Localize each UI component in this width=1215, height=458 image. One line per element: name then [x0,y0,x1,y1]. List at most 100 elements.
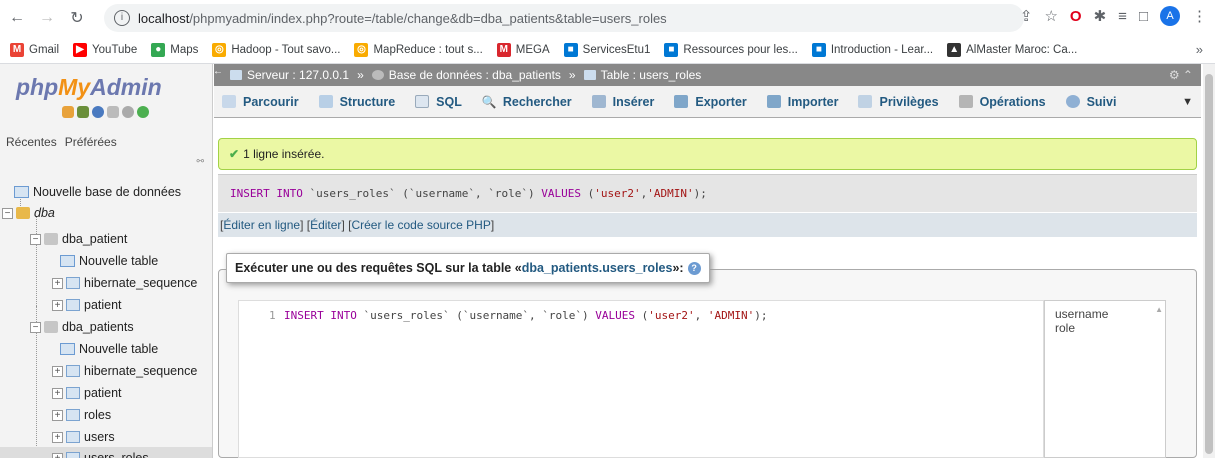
query-window-icon[interactable] [92,106,104,118]
expand-icon[interactable]: + [52,409,63,421]
settings-gear-icon[interactable]: ⚙ ⌃ [1169,68,1193,82]
tree-server-dba[interactable]: − dba [2,202,55,224]
profile-avatar[interactable]: A [1160,6,1180,26]
breadcrumb-server[interactable]: Serveur : 127.0.0.1 [230,68,349,82]
bookmark-item[interactable]: M Gmail [10,42,59,57]
browse-icon [222,95,236,108]
tree-db1-new-table[interactable]: Nouvelle table [60,250,158,272]
tree-db-dba-patients[interactable]: − dba_patients [30,316,134,338]
edit-link[interactable]: Éditer [310,218,341,232]
breadcrumb-table[interactable]: Table : users_roles [583,68,701,82]
scrollbar-thumb[interactable] [1205,74,1213,454]
bookmark-item[interactable]: ■ Ressources pour les... [664,42,798,57]
tree-db1-hibernate-sequence[interactable]: + hibernate_sequence [52,272,197,294]
bookmark-item[interactable]: ■ Introduction - Lear... [811,42,933,57]
tab-search[interactable]: 🔍 Rechercher [482,95,572,110]
create-php-code-link[interactable]: Créer le code source PHP [351,218,490,232]
tab-privileges[interactable]: Privilèges [858,95,939,109]
bookmark-item[interactable]: ● Maps [151,42,198,57]
extensions-icon[interactable]: ✱ [1094,7,1107,25]
tracking-eye-icon [1065,95,1080,108]
phpmyadmin-logo[interactable]: phpMyAdmin [16,74,162,101]
tab-import[interactable]: Importer [766,95,838,109]
breadcrumb-database[interactable]: Base de données : dba_patients [371,68,561,82]
tab-tracking[interactable]: Suivi [1065,95,1116,109]
home-icon[interactable] [62,106,74,118]
back-arrow-icon[interactable]: ← [6,9,28,27]
more-menu-icon[interactable]: ▼ [1182,96,1193,108]
column-item-role[interactable]: role [1055,321,1155,335]
tree-db2-patient[interactable]: + patient [52,382,122,404]
tree-db2-new-table[interactable]: Nouvelle table [60,338,158,360]
editor-code: INSERT INTO `users_roles` (`username`, `… [284,309,768,322]
more-bookmarks-icon[interactable]: » [1196,42,1203,57]
column-item-username[interactable]: username [1055,307,1155,321]
reload-icon[interactable]: ↻ [66,8,88,28]
reload-nav-icon[interactable] [137,106,149,118]
table-icon [66,409,80,421]
tree-db1-patient[interactable]: + patient [52,294,122,316]
bookmark-item[interactable]: ◎ Hadoop - Tout savo... [212,42,340,57]
expand-icon[interactable]: + [52,387,63,399]
settings-icon[interactable] [122,106,134,118]
scroll-up-icon[interactable]: ▲ [1155,305,1163,314]
expand-icon[interactable]: + [52,452,63,458]
docs-icon[interactable] [107,106,119,118]
tab-favorites[interactable]: Préférées [63,134,119,150]
tree-db-dba-patient[interactable]: − dba_patient [30,228,127,250]
browser-toolbar: ← → ↻ i localhost /phpmyadmin/index.php?… [0,0,1215,36]
collapse-icon[interactable]: − [30,321,41,333]
operations-wrench-icon [958,95,973,108]
reading-list-icon[interactable]: ≡ [1118,8,1127,25]
page-scrollbar[interactable] [1203,64,1215,458]
tab-recent[interactable]: Récentes [4,134,59,150]
tree-new-database[interactable]: Nouvelle base de données [14,181,181,203]
star-icon[interactable]: ☆ [1044,7,1057,25]
exit-icon[interactable] [77,106,89,118]
collapse-panel-icon[interactable]: ← [213,66,225,77]
bookmark-icon: M [496,42,511,57]
tab-structure[interactable]: Structure [318,95,395,109]
collapse-icon[interactable]: − [30,233,41,245]
collapse-icon[interactable]: − [2,207,13,219]
opera-extension-icon[interactable]: O [1070,8,1082,25]
columns-list[interactable]: username role ▲ [1044,300,1166,458]
tab-export[interactable]: Exporter [674,95,747,109]
bookmark-item[interactable]: ◎ MapReduce : tout s... [354,42,483,57]
help-icon[interactable]: ? [687,261,701,275]
tree-db2-hibernate-sequence[interactable]: + hibernate_sequence [52,360,197,382]
sql-editor[interactable]: 1 INSERT INTO `users_roles` (`username`,… [238,300,1044,458]
forward-arrow-icon[interactable]: → [36,9,58,27]
bookmark-item[interactable]: ▲ AlMaster Maroc: Ca... [947,42,1077,57]
bookmark-icon: ■ [664,42,679,57]
browser-menu-icon[interactable]: ⋮ [1192,7,1207,25]
tab-sql[interactable]: SQL [415,95,462,109]
tab-operations[interactable]: Opérations [958,95,1046,109]
success-message: ✔ 1 ligne insérée. [218,138,1197,170]
address-bar[interactable]: i localhost /phpmyadmin/index.php?route=… [104,4,1024,32]
inline-edit-link[interactable]: Éditer en ligne [223,218,300,232]
bookmark-item[interactable]: M MEGA [496,42,550,57]
database-icon [44,233,58,245]
expand-icon[interactable]: + [52,299,63,311]
share-icon[interactable]: ⇪ [1020,7,1033,25]
sidepanel-icon[interactable]: □ [1139,8,1148,25]
tree-db2-roles[interactable]: + roles [52,404,111,426]
breadcrumb: ← Serveur : 127.0.0.1 » Base de données … [213,64,1201,86]
tab-browse[interactable]: Parcourir [222,95,299,109]
new-table-icon [60,343,75,355]
expand-icon[interactable]: + [52,365,63,377]
database-icon [371,70,384,80]
bookmark-icon: M [10,42,24,57]
bookmark-item[interactable]: ▶ YouTube [73,42,137,57]
table-icon [583,70,596,80]
expand-icon[interactable]: + [52,277,63,289]
tree-db2-users-roles[interactable]: + users_roles [0,447,212,458]
link-chain-icon[interactable]: ⚯ [196,156,204,167]
bookmark-item[interactable]: ■ ServicesEtu1 [563,42,650,57]
info-icon[interactable]: i [114,10,130,26]
bookmarks-bar: M Gmail ▶ YouTube ● Maps ◎ Hadoop - Tout savo..… [0,36,1215,64]
tab-insert[interactable]: Insérer [591,95,654,109]
expand-icon[interactable]: + [52,431,63,443]
tree-db2-users[interactable]: + users [52,426,115,448]
